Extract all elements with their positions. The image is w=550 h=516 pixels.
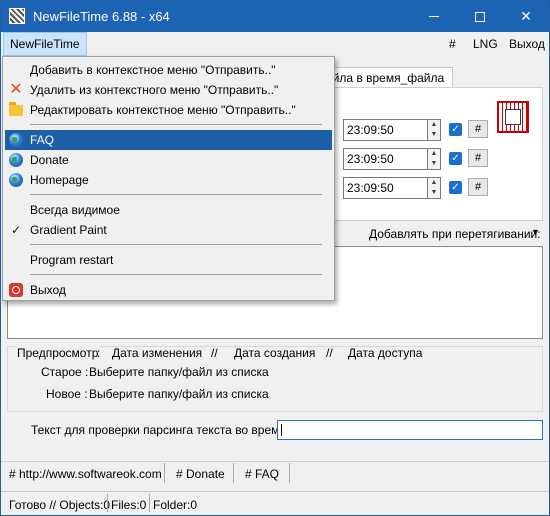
menu-item-label: Homepage	[30, 173, 89, 187]
menu-item-label: Всегда видимое	[30, 203, 120, 217]
menu-remove-sendto[interactable]: ✕ Удалить из контекстного меню "Отправит…	[5, 80, 332, 100]
menu-homepage[interactable]: Homepage	[5, 170, 332, 190]
menu-add-sendto[interactable]: Добавить в контекстное меню "Отправить..…	[5, 60, 332, 80]
preview-col-accessed: Дата доступа	[348, 346, 423, 360]
time-row-created: 23:09:50 ▲ ▼ ✓ #	[343, 148, 488, 170]
time-row-modified: 23:09:50 ▲ ▼ ✓ #	[343, 119, 488, 141]
app-window: NewFileTime 6.88 - x64 ✕ NewFileTime # L…	[0, 0, 550, 516]
status-files: Files:0	[111, 498, 147, 512]
time-spinner[interactable]: ▲ ▼	[427, 148, 441, 170]
menu-separator	[30, 194, 322, 195]
link-faq[interactable]: # FAQ	[245, 467, 279, 481]
time-row-accessed: 23:09:50 ▲ ▼ ✓ #	[343, 177, 488, 199]
menu-item-label: Donate	[30, 153, 69, 167]
title-bar[interactable]: NewFileTime 6.88 - x64 ✕	[1, 1, 549, 32]
menu-always-on-top[interactable]: Всегда видимое	[5, 200, 332, 220]
parse-input[interactable]	[277, 420, 543, 440]
maximize-icon	[475, 11, 485, 22]
old-label: Старое :	[41, 365, 89, 379]
link-divider	[164, 463, 165, 483]
menu-program-restart[interactable]: Program restart	[5, 250, 332, 270]
time-field-created[interactable]: 23:09:50	[343, 148, 428, 170]
menu-faq[interactable]: FAQ	[5, 130, 332, 150]
plus-icon	[9, 63, 23, 77]
menu-item-label: Gradient Paint	[30, 223, 107, 237]
minimize-button[interactable]	[411, 1, 457, 32]
link-homepage[interactable]: # http://www.softwareok.com	[9, 467, 162, 481]
menu-item-label: Добавить в контекстное меню "Отправить..…	[30, 63, 276, 77]
menu-edit-sendto[interactable]: Редактировать контекстное меню "Отправит…	[5, 100, 332, 120]
chevron-down-icon[interactable]: ▼	[531, 227, 540, 237]
dropdown-menu: Добавить в контекстное меню "Отправить..…	[2, 56, 335, 301]
status-objects: Готово // Objects:0	[9, 498, 111, 512]
menu-item-label: Редактировать контекстное меню "Отправит…	[30, 103, 296, 117]
maximize-button[interactable]	[457, 1, 503, 32]
minimize-icon	[429, 16, 439, 17]
spin-down-icon[interactable]: ▼	[428, 130, 440, 140]
hash-button-modified[interactable]: #	[468, 120, 488, 138]
folder-icon	[9, 102, 23, 116]
check-icon: ✓	[10, 223, 22, 237]
drag-add-label[interactable]: Добавлять при перетягивании:	[369, 227, 541, 241]
close-icon: ✕	[520, 8, 532, 24]
time-field-modified[interactable]: 23:09:50	[343, 119, 428, 141]
preview-heading: Предпросмотр	[15, 346, 101, 360]
x-icon: ✕	[9, 81, 23, 98]
globe-icon	[9, 173, 23, 187]
parse-label: Текст для проверки парсинга текста во вр…	[31, 423, 286, 437]
link-donate[interactable]: # Donate	[176, 467, 225, 481]
menu-separator	[30, 244, 322, 245]
preview-sep: //	[211, 346, 218, 360]
time-field-accessed[interactable]: 23:09:50	[343, 177, 428, 199]
status-folders: Folder:0	[153, 498, 198, 512]
text-caret	[281, 424, 282, 436]
menu-exit-item[interactable]: Выход	[5, 280, 332, 300]
hash-button-accessed[interactable]: #	[468, 178, 488, 196]
menu-item-label: FAQ	[30, 133, 55, 147]
menu-hash[interactable]: #	[443, 32, 462, 56]
link-divider	[289, 463, 290, 483]
status-divider	[149, 494, 150, 512]
app-icon	[9, 8, 25, 24]
preview-col-created: Дата создания	[234, 346, 316, 360]
status-divider	[107, 494, 108, 512]
menu-language[interactable]: LNG	[467, 32, 504, 56]
old-value: Выберите папку/файл из списка	[89, 365, 269, 379]
menu-gradient-paint[interactable]: ✓ Gradient Paint	[5, 220, 332, 240]
spin-down-icon[interactable]: ▼	[428, 159, 440, 169]
calendar-clock-icon[interactable]	[497, 101, 529, 133]
checkbox-created[interactable]: ✓	[449, 152, 462, 165]
spin-down-icon[interactable]: ▼	[428, 188, 440, 198]
window-title: NewFileTime 6.88 - x64	[33, 9, 170, 24]
clock-face-icon	[505, 109, 521, 125]
preview-col-modified: Дата изменения	[112, 346, 203, 360]
spin-up-icon[interactable]: ▲	[428, 120, 440, 130]
power-icon	[9, 283, 23, 297]
menu-bar: NewFileTime # LNG Выход	[1, 32, 549, 56]
new-value: Выберите папку/файл из списка	[89, 387, 269, 401]
checkbox-modified[interactable]: ✓	[449, 123, 462, 136]
checkbox-accessed[interactable]: ✓	[449, 181, 462, 194]
menu-item-label: Program restart	[30, 253, 114, 267]
menu-item-label: Выход	[30, 283, 66, 297]
time-spinner[interactable]: ▲ ▼	[427, 119, 441, 141]
menu-donate[interactable]: Donate	[5, 150, 332, 170]
menu-item-label: Удалить из контекстного меню "Отправить.…	[30, 83, 279, 97]
time-spinner[interactable]: ▲ ▼	[427, 177, 441, 199]
preview-colon: :	[97, 346, 101, 360]
menu-exit[interactable]: Выход	[503, 32, 549, 56]
close-button[interactable]: ✕	[503, 1, 549, 32]
new-label: Новое :	[46, 387, 88, 401]
spin-up-icon[interactable]: ▲	[428, 149, 440, 159]
hash-button-created[interactable]: #	[468, 149, 488, 167]
globe-icon	[9, 133, 23, 147]
menu-separator	[30, 274, 322, 275]
menu-separator	[30, 124, 322, 125]
menu-newfiletime[interactable]: NewFileTime	[3, 32, 87, 56]
link-divider	[233, 463, 234, 483]
preview-sep: //	[326, 346, 333, 360]
globe-icon	[9, 153, 23, 167]
spin-up-icon[interactable]: ▲	[428, 178, 440, 188]
